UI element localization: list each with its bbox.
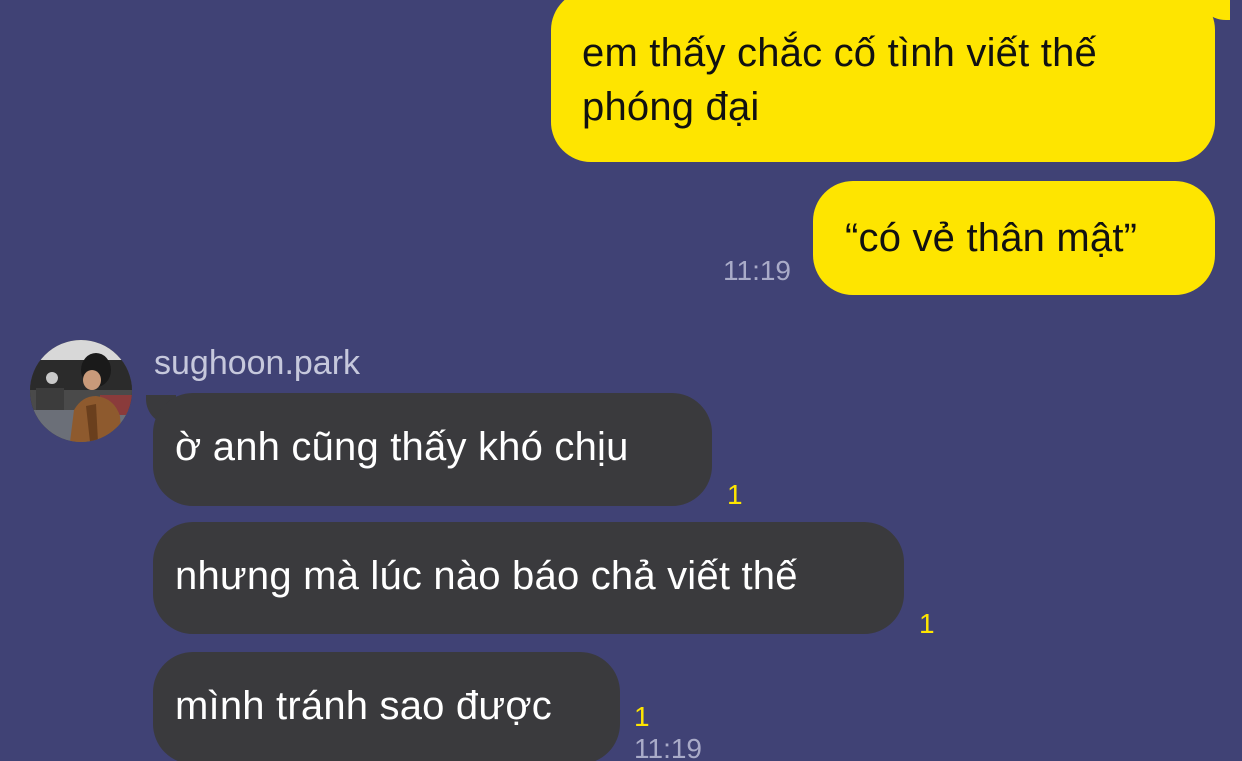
- unread-count: 1: [634, 701, 650, 732]
- unread-count: 1: [727, 479, 743, 510]
- incoming-message-text: mình tránh sao được: [175, 684, 552, 728]
- outgoing-message-text: “có vẻ thân mật”: [845, 216, 1138, 260]
- message-timestamp: 11:19: [723, 255, 791, 286]
- avatar-photo-icon: [30, 340, 132, 442]
- sender-avatar[interactable]: [30, 340, 132, 442]
- message-timestamp: 11:19: [634, 733, 702, 761]
- unread-count: 1: [919, 608, 935, 639]
- sender-name[interactable]: sughoon.park: [154, 344, 360, 383]
- incoming-message-bubble[interactable]: mình tránh sao được: [153, 652, 620, 761]
- outgoing-message-text: em thấy chắc cố tình viết thế phóng đại: [582, 31, 1097, 129]
- incoming-message-bubble[interactable]: nhưng mà lúc nào báo chả viết thế: [153, 522, 904, 634]
- incoming-message-text: nhưng mà lúc nào báo chả viết thế: [175, 554, 798, 598]
- chat-area[interactable]: em thấy chắc cố tình viết thế phóng đại …: [0, 0, 1242, 761]
- outgoing-message-bubble[interactable]: em thấy chắc cố tình viết thế phóng đại: [551, 0, 1215, 162]
- incoming-message-bubble[interactable]: ờ anh cũng thấy khó chịu: [153, 393, 712, 506]
- outgoing-message-bubble[interactable]: “có vẻ thân mật”: [813, 181, 1215, 295]
- incoming-message-text: ờ anh cũng thấy khó chịu: [175, 425, 629, 469]
